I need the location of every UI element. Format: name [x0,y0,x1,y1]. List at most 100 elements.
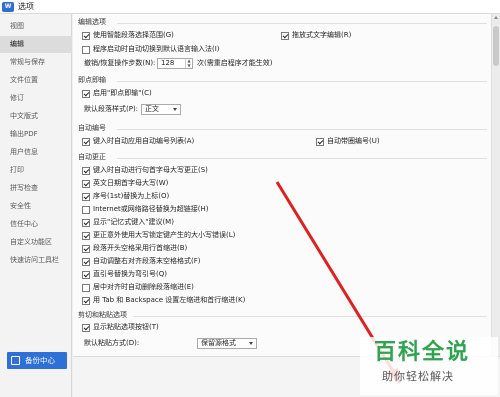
sidebar-item-edit[interactable]: 编辑 [0,36,72,53]
autocorrect-item[interactable]: 用 Tab 和 Backspace 设置左缩进和首行缩进(K) [82,295,245,306]
sidebar-item-customize-ribbon[interactable]: 自定义功能区 [0,234,72,251]
sidebar-item-file-location[interactable]: 文件位置 [0,72,72,89]
checkbox-label: Internet或网络路径替换为超链接(H) [93,205,209,213]
autocorrect-item[interactable]: 键入时自动进行句首字母大写更正(S) [82,165,208,176]
checkbox-label: 直引号替换为弯引号(Q) [93,270,167,278]
sidebar-item-chinese-layout[interactable]: 中文版式 [0,108,72,125]
checkbox-label: 使用智能段落选择范围(G) [93,31,174,39]
checkbox-box [82,192,90,201]
autocorrect-item[interactable]: 直引号替换为弯引号(Q) [82,269,167,280]
sidebar-item-export-pdf[interactable]: 输出PDF [0,126,72,143]
chevron-down-icon [173,108,177,111]
section-divider [117,81,487,82]
sidebar-item-print[interactable]: 打印 [0,162,72,179]
auto-switch-ime-checkbox[interactable]: 程序启动时自动切换到默认语言输入法(I) [82,44,220,55]
sidebar-item-quick-access[interactable]: 快速访问工具栏 [0,252,72,269]
default-paragraph-style-select[interactable]: 正文 [141,104,181,115]
drag-edit-checkbox[interactable]: 拖放式文字编辑(R) [281,30,351,41]
options-panel: 编辑选项 使用智能段落选择范围(G) 拖放式文字编辑(R) 程序启动时自动切换到… [73,14,500,356]
default-paste-select[interactable]: 保留源格式 [197,338,257,349]
auto-number-list-checkbox[interactable]: 键入时自动应用自动编号列表(A) [82,136,194,147]
autocorrect-item[interactable]: 居中对齐时自动删除段落缩进(E) [82,282,194,293]
section-auto-number: 自动编号 [78,124,106,132]
sidebar-item-view[interactable]: 视图 [0,18,72,35]
default-paste-label: 默认粘贴方式(D): [84,339,140,347]
autocorrect-item[interactable]: 显示"记忆式键入"建议(M) [82,217,174,228]
undo-steps-value: 128 [161,59,175,67]
autocorrect-item[interactable]: 更正意外使用大写锁定键产生的大小写错误(L) [82,230,235,241]
autocorrect-item[interactable]: 段落开头空格采用行首缩进(B) [82,243,187,254]
sidebar-item-user-info[interactable]: 用户信息 [0,144,72,161]
watermark: 百科全说 助你轻松解决 [360,337,498,395]
section-click-and-type: 即点即输 [78,76,106,84]
checkbox-box [82,31,90,40]
checkbox-label: 段落开头空格采用行首缩进(B) [93,244,188,252]
checkbox-box [82,137,90,146]
checkbox-label: 自动调整右对齐段落末空格格式(F) [93,257,201,265]
backup-center-button[interactable]: 备份中心 [7,352,67,369]
checkbox-label: 拖放式文字编辑(R) [292,31,352,39]
checkbox-box [316,137,324,146]
section-cut-paste: 剪切和粘贴选项 [78,311,127,319]
checkbox-label: 程序启动时自动切换到默认语言输入法(I) [93,45,220,53]
section-auto-correct: 自动更正 [78,153,106,161]
autocorrect-item[interactable]: 自动调整右对齐段落末空格格式(F) [82,256,201,267]
checkbox-box [82,244,90,253]
checkbox-label: 居中对齐时自动删除段落缩进(E) [93,283,194,291]
checkbox-box [82,179,90,188]
checkbox-box [82,323,90,332]
checkbox-box [82,218,90,227]
section-divider [117,129,487,130]
select-value: 正文 [145,105,159,113]
sidebar-item-trust-center[interactable]: 信任中心 [0,216,72,233]
smart-select-checkbox[interactable]: 使用智能段落选择范围(G) [82,30,174,41]
section-divider [117,158,487,159]
checkbox-label: 显示粘贴选项按钮(T) [93,323,159,331]
watermark-sub-text: 助你轻松解决 [382,370,454,383]
checkbox-label: 启用"即点即输"(C) [93,89,152,97]
checkbox-label: 自动带圈编号(U) [327,137,380,145]
select-value: 保留源格式 [201,339,236,347]
scroll-thumb[interactable] [493,26,499,66]
checkbox-box [281,31,289,40]
checkbox-label: 显示"记忆式键入"建议(M) [93,218,174,226]
app-icon: W [2,2,14,12]
section-divider [133,316,487,317]
scroll-up-icon[interactable] [494,16,498,19]
backup-center-label: 备份中心 [25,356,55,365]
undo-steps-spinner[interactable]: 128 ▲ ▼ [157,58,193,69]
show-paste-button-checkbox[interactable]: 显示粘贴选项按钮(T) [82,322,159,333]
auto-circled-number-checkbox[interactable]: 自动带圈编号(U) [316,136,380,147]
autocorrect-item[interactable]: Internet或网络路径替换为超链接(H) [82,204,209,215]
checkbox-label: 键入时自动进行句首字母大写更正(S) [93,166,208,174]
watermark-main-text: 百科全说 [374,340,471,365]
spinner-arrows-icon[interactable]: ▲ ▼ [185,58,192,68]
checkbox-box [82,257,90,266]
checkbox-box [82,89,90,98]
chevron-down-icon [249,342,253,345]
checkbox-box [82,205,90,214]
checkbox-label: 序号(1st)替换为上标(O) [93,192,170,200]
checkbox-label: 英文日期首字母大写(W) [93,179,169,187]
autocorrect-item[interactable]: 英文日期首字母大写(W) [82,178,168,189]
sidebar-item-spell-check[interactable]: 拼写检查 [0,180,72,197]
section-divider [117,23,487,24]
checkbox-box [82,231,90,240]
checkbox-label: 更正意外使用大写锁定键产生的大小写错误(L) [93,231,236,239]
section-edit-options: 编辑选项 [78,18,106,26]
sidebar-item-security[interactable]: 安全性 [0,198,72,215]
backup-icon [11,356,20,365]
title-bar: W 选项 [0,0,500,14]
sidebar-item-general-save[interactable]: 常规与保存 [0,54,72,71]
window-title: 选项 [18,2,34,11]
checkbox-label: 键入时自动应用自动编号列表(A) [93,137,195,145]
checkbox-label: 用 Tab 和 Backspace 设置左缩进和首行缩进(K) [93,296,246,304]
checkbox-box [82,270,90,279]
undo-steps-hint: 次(需重启程序才能生效) [197,59,273,67]
click-and-type-checkbox[interactable]: 启用"即点即输"(C) [82,88,152,99]
sidebar-item-revision[interactable]: 修订 [0,90,72,107]
sidebar: 视图 编辑 常规与保存 文件位置 修订 中文版式 输出PDF 用户信息 打印 拼… [0,14,72,397]
default-paragraph-style-label: 默认段落样式(P): [84,105,139,113]
autocorrect-item[interactable]: 序号(1st)替换为上标(O) [82,191,169,202]
scrollbar[interactable] [491,14,500,356]
